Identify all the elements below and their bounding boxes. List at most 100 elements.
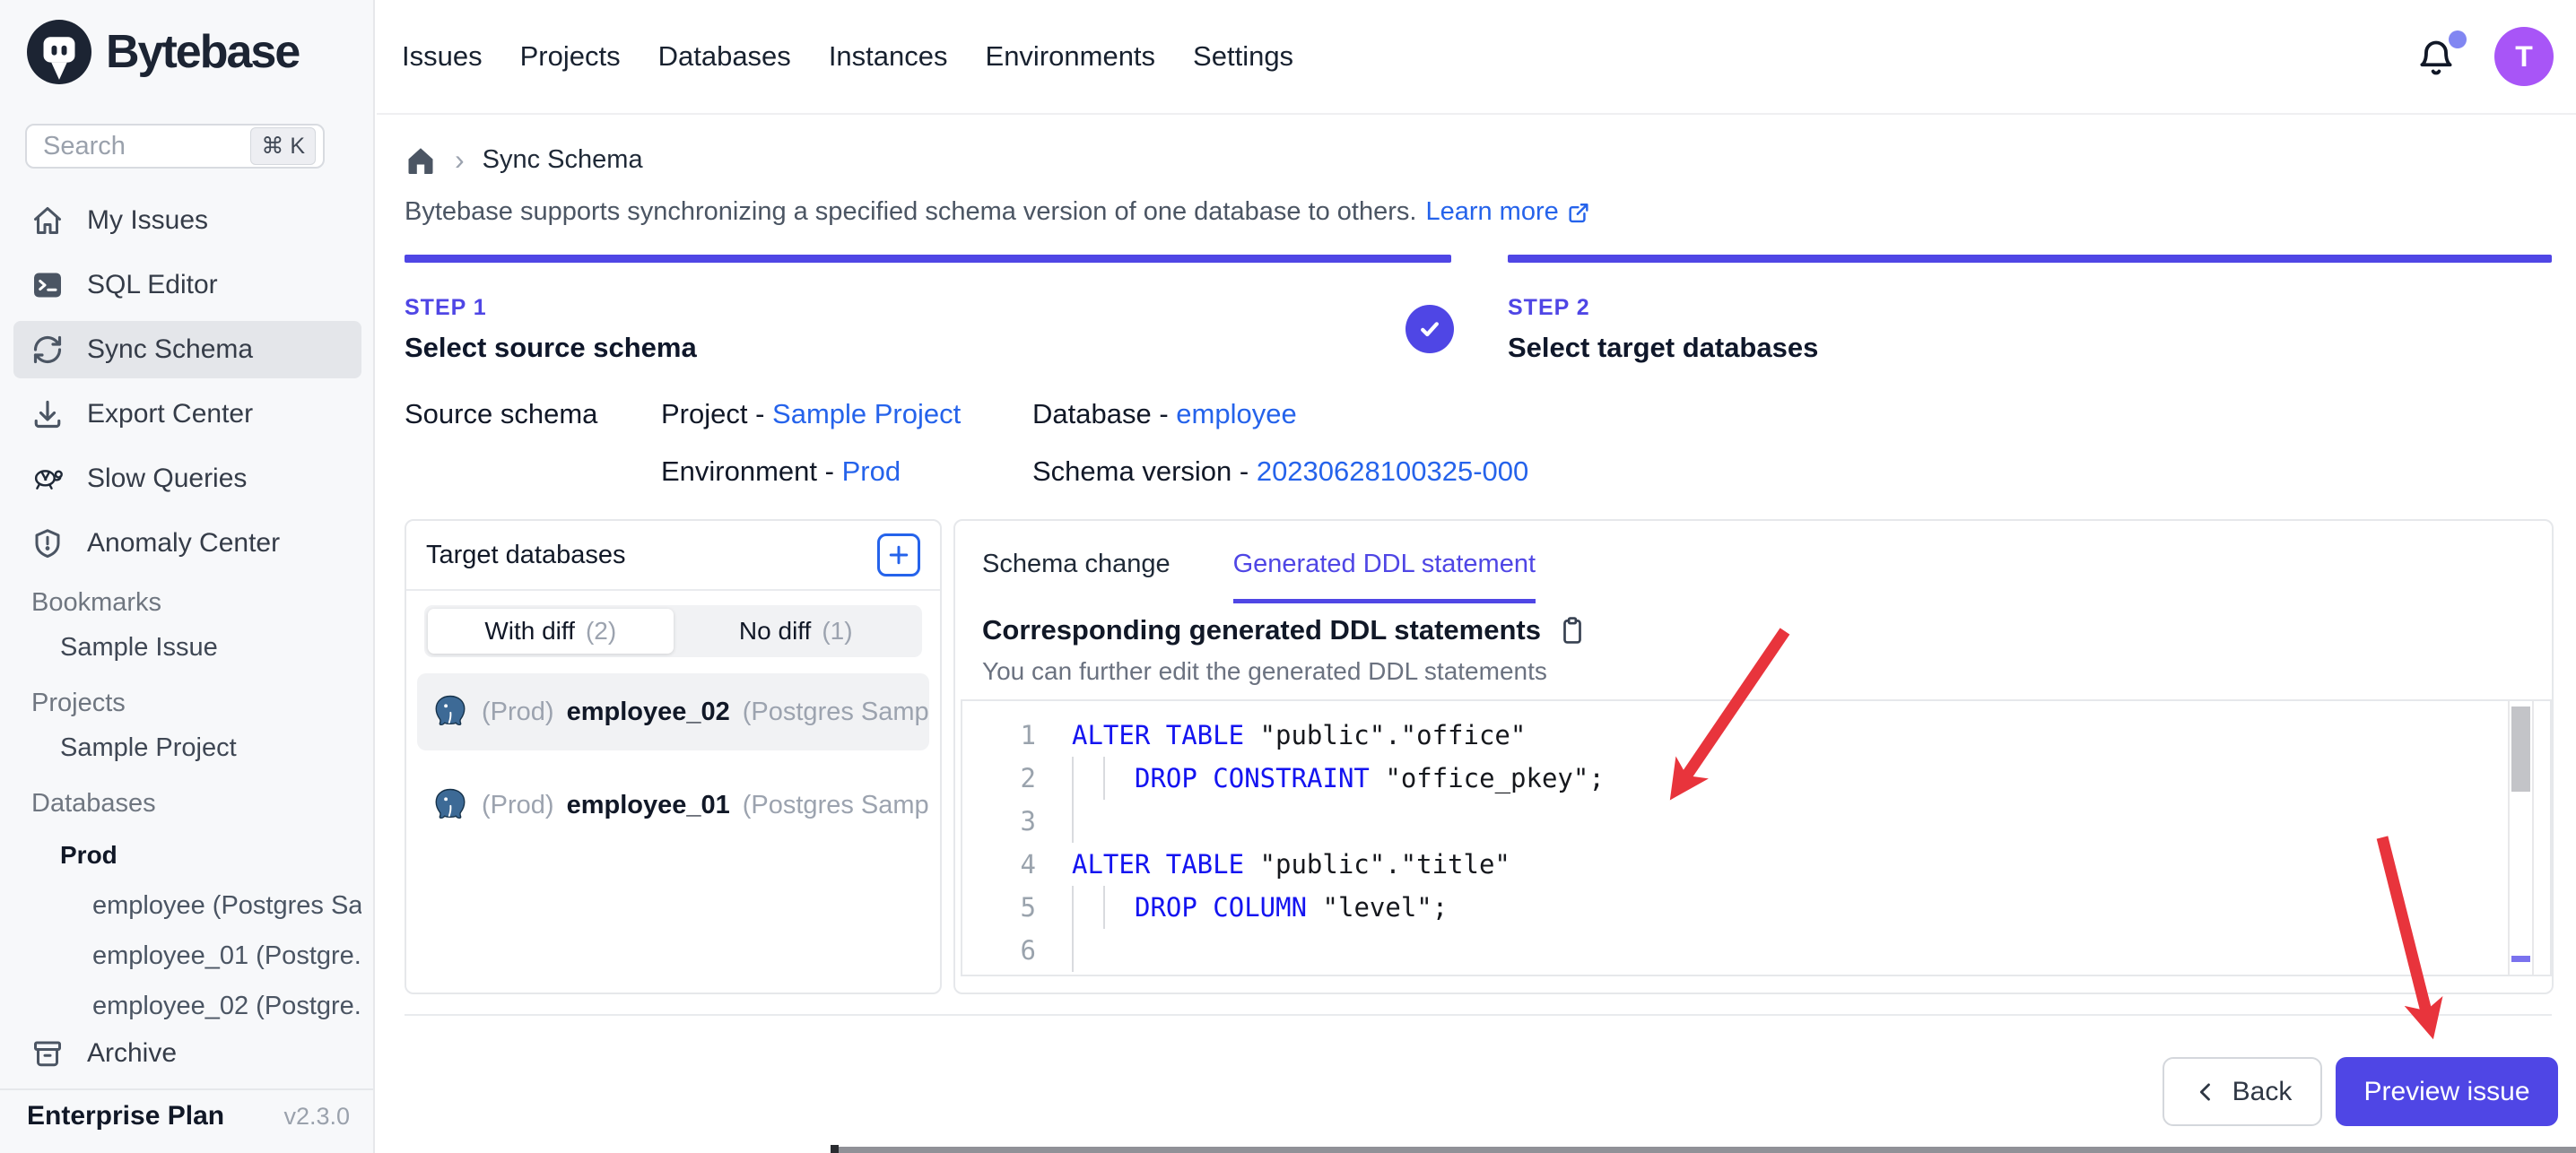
schema-version-link[interactable]: 20230628100325-000: [1257, 455, 1528, 487]
schema-version-label: Schema version -: [1032, 455, 1257, 487]
target-db-instance: (Postgres Samp...: [743, 698, 929, 727]
archive-label: Archive: [87, 1038, 177, 1069]
indent-guide: [1103, 886, 1105, 929]
tab-no-diff-count: (1): [822, 617, 852, 646]
sidebar-item-my-issues[interactable]: My Issues: [13, 192, 361, 249]
bytebase-logo[interactable]: Bytebase: [27, 20, 299, 84]
step-progress-bars: [405, 255, 2552, 263]
sidebar-item-sample-project[interactable]: Sample Project: [13, 723, 361, 773]
back-button[interactable]: Back: [2163, 1057, 2322, 1126]
tab-generated-ddl[interactable]: Generated DDL statement: [1233, 550, 1536, 603]
ddl-subheading: You can further edit the generated DDL s…: [982, 657, 1547, 686]
diff-tabs: With diff (2) No diff (1): [424, 605, 922, 657]
sidebar-item-export-center[interactable]: Export Center: [13, 386, 361, 443]
target-databases-title: Target databases: [426, 541, 625, 570]
preview-issue-label: Preview issue: [2363, 1077, 2529, 1107]
sidebar-item-label: Slow Queries: [87, 464, 247, 494]
nav-settings[interactable]: Settings: [1193, 40, 1293, 73]
ddl-heading-row: Corresponding generated DDL statements: [982, 614, 1588, 646]
plan-name: Enterprise Plan: [27, 1101, 224, 1131]
sidebar-item-archive[interactable]: Archive: [13, 1024, 361, 1083]
check-icon: [1414, 314, 1445, 344]
sidebar-divider: [0, 1088, 373, 1090]
indent-guide: [1072, 929, 1074, 972]
sidebar-item-slow-queries[interactable]: Slow Queries: [13, 450, 361, 507]
sidebar-item-db-employee-02[interactable]: employee_02 (Postgre...: [13, 981, 361, 1024]
database-label: Database -: [1032, 398, 1176, 429]
line-number: 6: [962, 935, 1036, 966]
window-bottom-scrollbar[interactable]: [832, 1147, 2576, 1153]
sidebar-item-anomaly-center[interactable]: Anomaly Center: [13, 515, 361, 572]
copy-ddl-button[interactable]: [1557, 615, 1588, 646]
target-db-name: employee_01: [567, 791, 730, 820]
tab-no-diff-label: No diff: [739, 617, 811, 646]
nav-databases[interactable]: Databases: [658, 40, 791, 73]
bytebase-logo-icon: [27, 20, 91, 84]
sidebar-item-sample-issue[interactable]: Sample Issue: [13, 622, 361, 672]
indent-guide: [1103, 757, 1105, 800]
tab-with-diff[interactable]: With diff (2): [428, 609, 674, 654]
avatar[interactable]: T: [2494, 27, 2554, 86]
sidebar-item-sql-editor[interactable]: SQL Editor: [13, 256, 361, 314]
target-db-env: (Prod): [482, 791, 554, 820]
source-environment: Environment - Prod: [661, 455, 901, 488]
shield-icon: [31, 527, 64, 559]
indent-guide: [1072, 800, 1074, 843]
avatar-initial: T: [2515, 40, 2533, 74]
line-number: 1: [962, 720, 1036, 750]
line-number: 2: [962, 763, 1036, 793]
sidebar-item-sync-schema[interactable]: Sync Schema: [13, 321, 361, 378]
code-line-5: 5 DROP COLUMN "level";: [962, 886, 2507, 929]
nav-issues[interactable]: Issues: [402, 40, 483, 73]
code-line-3: 3: [962, 800, 2507, 843]
step2-progress-bar: [1508, 255, 2552, 263]
sidebar-item-db-employee[interactable]: employee (Postgres Sa...: [13, 880, 361, 931]
notifications-button[interactable]: [2416, 30, 2467, 84]
nav-instances[interactable]: Instances: [829, 40, 948, 73]
search-input[interactable]: Search ⌘ K: [25, 124, 325, 169]
project-link[interactable]: Sample Project: [772, 398, 961, 429]
sidebar: Bytebase Search ⌘ K My Issues SQL Editor…: [0, 0, 375, 1153]
plan-row: Enterprise Plan v2.3.0: [27, 1101, 350, 1131]
source-database: Database - employee: [1032, 398, 1297, 430]
nav-projects[interactable]: Projects: [520, 40, 621, 73]
source-schema-version: Schema version - 20230628100325-000: [1032, 455, 1528, 488]
brand-name: Bytebase: [106, 25, 299, 79]
plus-icon: [885, 542, 912, 568]
sql-keyword: DROP COLUMN: [1135, 892, 1307, 923]
download-icon: [31, 398, 64, 430]
sql-keyword: DROP CONSTRAINT: [1135, 763, 1370, 793]
page-description-text: Bytebase supports synchronizing a specif…: [405, 197, 1416, 227]
breadcrumb: › Sync Schema: [405, 143, 643, 177]
ddl-code-editor[interactable]: 1 ALTER TABLE "public"."office" 2 DROP C…: [961, 699, 2552, 976]
preview-issue-button[interactable]: Preview issue: [2336, 1057, 2558, 1126]
sql-text: "office_pkey";: [1370, 763, 1605, 793]
tab-with-diff-count: (2): [586, 617, 616, 646]
page-description: Bytebase supports synchronizing a specif…: [405, 197, 1591, 227]
sidebar-nav: My Issues SQL Editor Sync Schema Export …: [13, 192, 361, 1024]
project-label: Project -: [661, 398, 772, 429]
tab-no-diff[interactable]: No diff (1): [674, 609, 919, 654]
editor-scrollbar[interactable]: [2508, 701, 2534, 975]
source-schema-label: Source schema: [405, 398, 597, 430]
sql-text: "public"."office": [1244, 720, 1526, 750]
target-db-item-employee-02[interactable]: (Prod) employee_02 (Postgres Samp...: [417, 673, 929, 750]
indent-guide: [1072, 757, 1074, 800]
editor-scrollbar-thumb[interactable]: [2511, 707, 2530, 792]
add-target-database-button[interactable]: [877, 533, 920, 576]
house-breadcrumb-icon[interactable]: [405, 144, 437, 177]
target-db-instance: (Postgres Sampl...: [743, 791, 929, 820]
environment-label: Environment -: [661, 455, 842, 487]
nav-environments[interactable]: Environments: [986, 40, 1156, 73]
sidebar-item-label: Sync Schema: [87, 334, 253, 365]
environment-link[interactable]: Prod: [842, 455, 901, 487]
sidebar-item-db-employee-01[interactable]: employee_01 (Postgre...: [13, 931, 361, 981]
tab-schema-change[interactable]: Schema change: [982, 550, 1171, 603]
window-bottom-tick: [831, 1145, 839, 1153]
database-link[interactable]: employee: [1176, 398, 1296, 429]
terminal-icon: [31, 269, 64, 301]
line-number: 3: [962, 806, 1036, 837]
learn-more-link[interactable]: Learn more: [1425, 197, 1590, 227]
breadcrumb-separator: ›: [455, 143, 465, 177]
target-db-item-employee-01[interactable]: (Prod) employee_01 (Postgres Sampl...: [417, 767, 929, 844]
